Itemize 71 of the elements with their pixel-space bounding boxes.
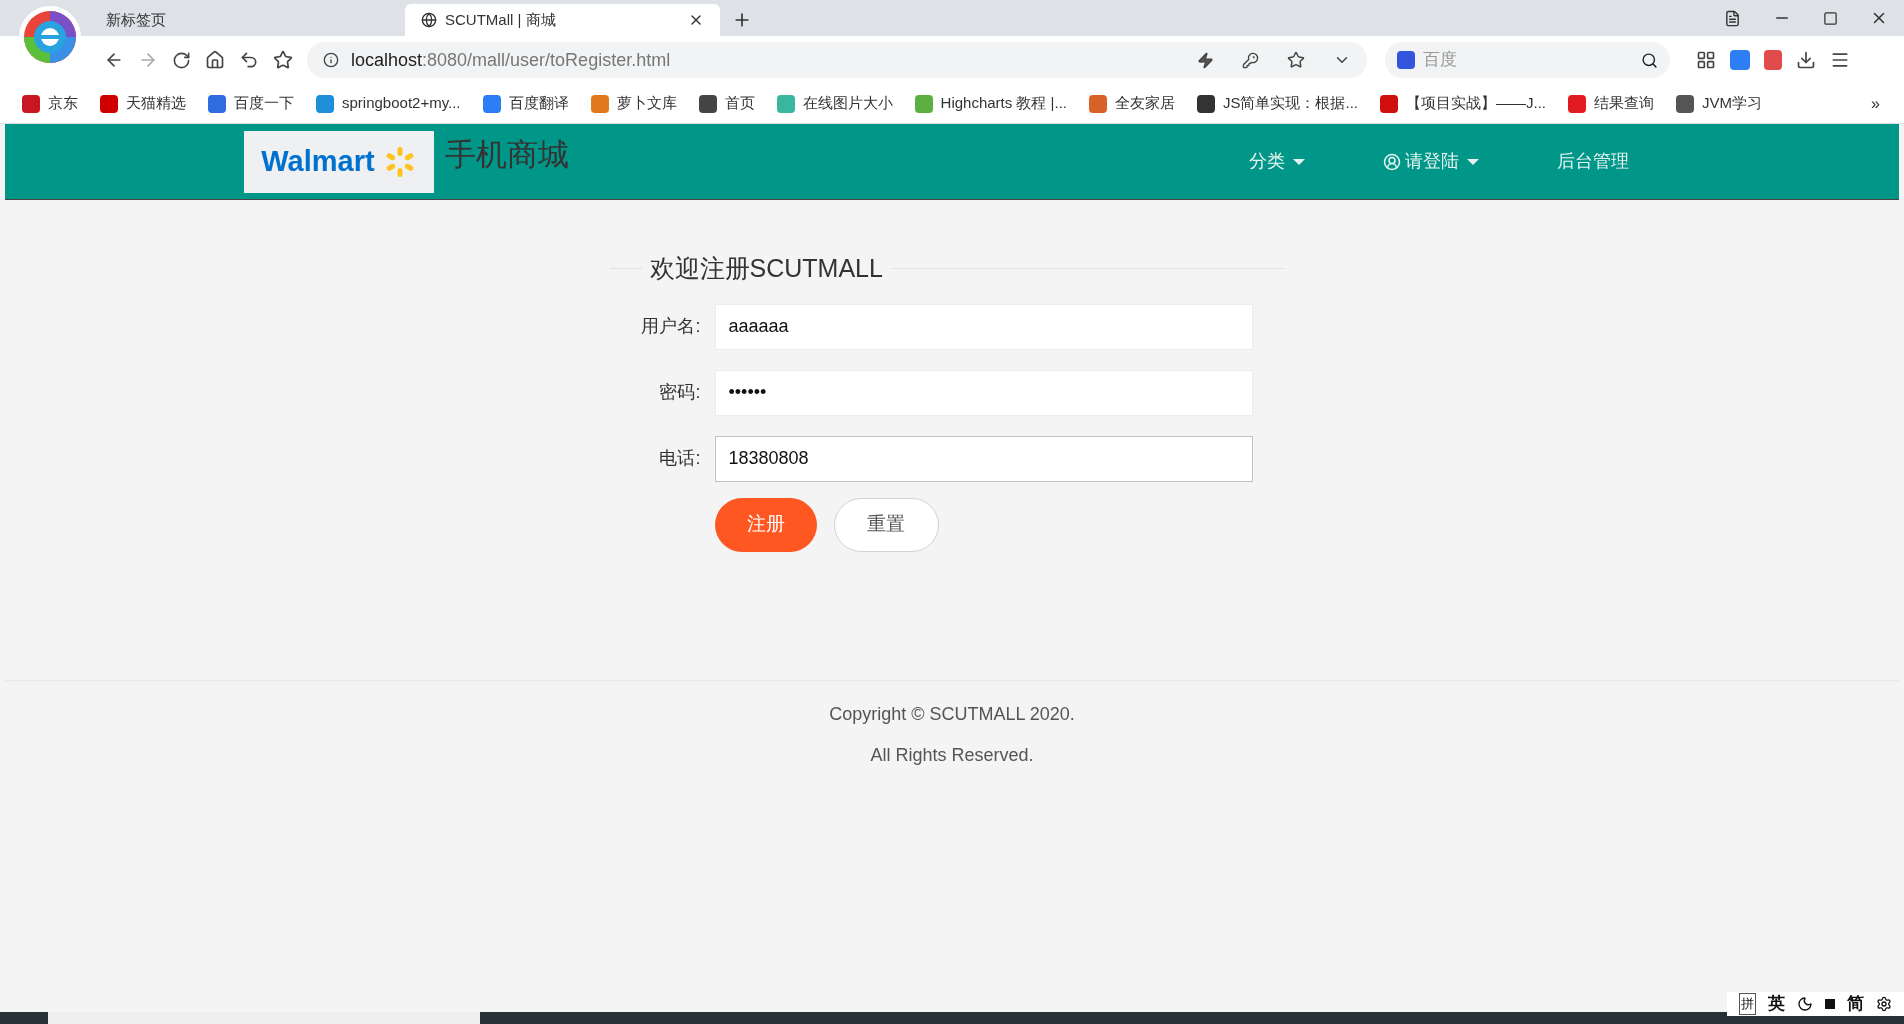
- bookmark-label: 天猫精选: [126, 93, 186, 114]
- logo[interactable]: Walmart: [244, 130, 434, 193]
- bookmark-label: 【项目实战】——J...: [1406, 93, 1546, 114]
- moon-icon[interactable]: [1797, 996, 1813, 1012]
- qr-icon[interactable]: [1696, 50, 1716, 70]
- url-text: localhost:8080/mall/user/toRegister.html: [351, 48, 672, 72]
- search-placeholder: 百度: [1423, 49, 1458, 72]
- bookmark[interactable]: Highcharts 教程 |...: [914, 92, 1067, 115]
- star-icon[interactable]: [273, 50, 293, 70]
- bookmark[interactable]: JS简单实现：根据...: [1197, 92, 1358, 115]
- footer-text: Copyright © SCUTMALL 2020.: [829, 703, 1075, 726]
- user-icon: [1383, 152, 1401, 171]
- more-bookmarks[interactable]: »: [1871, 91, 1880, 116]
- star-icon[interactable]: [1287, 51, 1305, 69]
- field-label: 电话:: [658, 447, 702, 470]
- bookmark[interactable]: 在线图片大小: [776, 92, 893, 115]
- tab-title: 新标签页: [106, 9, 167, 30]
- bookmark[interactable]: 京东: [22, 92, 78, 115]
- bookmark-label: 百度一下: [234, 93, 294, 114]
- form-title: 欢迎注册SCUTMALL: [648, 253, 884, 284]
- footer-text: All Rights Reserved.: [870, 744, 1034, 767]
- bookmark-label: 全友家居: [1115, 93, 1175, 114]
- tab-title: SCUTMall | 商城: [445, 9, 557, 30]
- bookmark-label: 百度翻译: [508, 93, 569, 114]
- bookmark-label: springboot2+my...: [342, 93, 461, 114]
- note-icon[interactable]: [1724, 9, 1741, 27]
- download-icon[interactable]: [1796, 50, 1816, 70]
- key-icon[interactable]: [1242, 51, 1259, 69]
- bookmark[interactable]: 百度翻译: [482, 92, 569, 115]
- search-icon[interactable]: [1641, 51, 1658, 69]
- bookmark[interactable]: 全友家居: [1089, 92, 1175, 115]
- undo-icon[interactable]: [239, 50, 259, 70]
- field-label: 密码:: [658, 381, 702, 404]
- caret-icon: [1293, 157, 1305, 166]
- caret-icon: [1467, 157, 1479, 166]
- settings-icon[interactable]: [1876, 996, 1892, 1012]
- ime-button[interactable]: 简: [1847, 991, 1864, 1017]
- bookmark-label: JVM学习: [1702, 93, 1762, 114]
- bookmark-label: 在线图片大小: [802, 93, 893, 114]
- bookmark-label: 萝卜文库: [616, 93, 677, 114]
- field-label: 用户名:: [640, 315, 702, 338]
- bookmark-label: 首页: [724, 93, 755, 114]
- input-field[interactable]: aaaaaa: [714, 303, 1253, 350]
- ime-button[interactable]: 英: [1768, 991, 1785, 1017]
- bookmark[interactable]: 结果查询: [1568, 92, 1654, 115]
- info-icon: [323, 52, 339, 68]
- bookmark[interactable]: 萝卜文库: [590, 92, 677, 115]
- bookmark-label: 结果查询: [1594, 93, 1654, 114]
- logo-text: Walmart: [261, 143, 375, 179]
- address-bar[interactable]: localhost:8080/mall/user/toRegister.html: [307, 42, 1367, 78]
- reset-button[interactable]: 重置: [833, 497, 939, 552]
- site-name: 手机商城: [445, 136, 569, 174]
- bookmark[interactable]: 【项目实战】——J...: [1380, 92, 1546, 115]
- bookmark[interactable]: 首页: [698, 92, 755, 115]
- bookmark[interactable]: 百度一下: [208, 92, 294, 115]
- input-field[interactable]: ••••••: [714, 369, 1253, 416]
- globe-icon: [421, 12, 437, 28]
- home-icon[interactable]: [205, 50, 225, 70]
- bookmark[interactable]: JVM学习: [1676, 92, 1762, 115]
- bookmark-label: 京东: [48, 93, 78, 114]
- maximize-icon[interactable]: [1823, 10, 1838, 26]
- reload-icon[interactable]: [172, 50, 191, 70]
- bookmark[interactable]: 天猫精选: [100, 92, 186, 115]
- menu-icon[interactable]: [1830, 50, 1850, 70]
- ime-button[interactable]: 拼: [1739, 993, 1756, 1015]
- browser-tab[interactable]: SCUTMall | 商城: [405, 4, 720, 36]
- lightning-icon[interactable]: [1197, 51, 1214, 69]
- bookmark[interactable]: springboot2+my...: [316, 92, 461, 115]
- bookmark-label: Highcharts 教程 |...: [940, 93, 1067, 114]
- bookmark-label: JS简单实现：根据...: [1223, 93, 1358, 114]
- input-field[interactable]: 18380808: [714, 435, 1253, 482]
